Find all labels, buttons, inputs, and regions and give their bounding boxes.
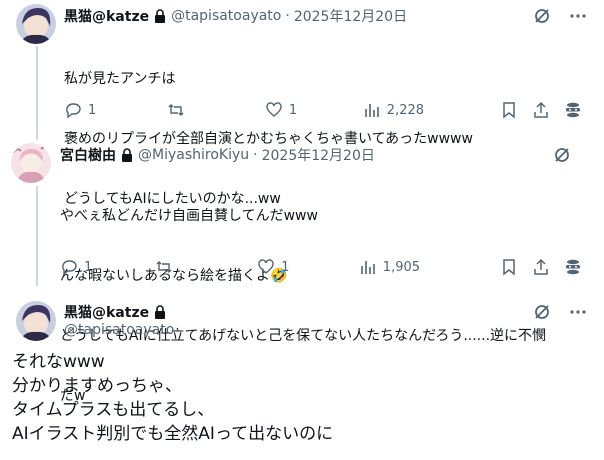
like-button[interactable]: 1 [257,258,359,276]
ai-stack-icon[interactable] [564,258,582,276]
reply-count: 1 [84,259,93,275]
more-icon[interactable] [568,6,588,26]
view-count: 2,228 [386,102,425,118]
user-handle[interactable]: @tapisatoayato [171,8,281,24]
like-count: 1 [281,259,290,275]
tweet-text-line: それなwww [12,352,105,372]
like-icon [266,102,282,117]
grok-icon[interactable] [532,6,552,26]
reply-button[interactable]: 1 [60,258,155,276]
like-button[interactable]: 1 [265,101,363,119]
avatar[interactable] [16,301,56,341]
lock-icon [153,305,167,319]
views-button[interactable]: 2,228 [363,101,424,119]
reply-count: 1 [88,102,97,118]
avatar[interactable] [16,4,56,44]
grok-icon[interactable] [552,145,572,165]
retweet-icon [156,261,172,273]
lock-icon [153,9,167,23]
bookmark-icon[interactable] [500,101,518,119]
tweet-text-line: 私が見たアンチは [64,71,176,87]
views-button[interactable]: 1,905 [359,258,420,276]
views-icon [364,104,379,117]
view-count: 1,905 [382,259,421,275]
separator-dot: · [285,8,290,24]
reply-icon [66,103,81,119]
thread-line [36,186,38,286]
avatar[interactable] [11,143,51,183]
tweet-date[interactable]: 2025年12月20日 [262,145,375,165]
tweet-text-line: タイムプラスも出てるし、 [12,400,215,420]
tweet-date[interactable]: 2025年12月20日 [294,6,407,26]
main-tweet-text: それなwww 分かりますめっちゃ、 タイムプラスも出てるし、 AIイラスト判別で… [12,350,333,446]
thread-line [36,46,38,140]
ai-stack-icon[interactable] [564,101,582,119]
share-icon[interactable] [532,258,550,276]
share-icon[interactable] [532,101,550,119]
display-name[interactable]: 宮白樹由 [60,145,116,165]
tweet-text-line: やべぇ私どんだけ自画自賛してんだwww [60,208,318,224]
separator-dot: · [253,147,258,163]
user-handle[interactable]: @MiyashiroKiyu [138,147,249,163]
tweet-text-line: 分かりますめっちゃ、 [12,376,182,396]
bookmark-icon[interactable] [500,258,518,276]
user-handle[interactable]: @tapisatoayato [64,322,174,338]
views-icon [360,261,375,274]
reply-button[interactable]: 1 [64,101,167,119]
display-name[interactable]: 黒猫@katze [64,302,149,322]
display-name[interactable]: 黒猫@katze [64,6,149,26]
retweet-button[interactable] [167,101,265,119]
reply-icon [62,260,77,276]
like-icon [258,259,274,274]
retweet-button[interactable] [155,258,257,276]
more-icon[interactable] [568,302,588,322]
like-count: 1 [288,102,298,118]
lock-icon [120,148,134,162]
grok-icon[interactable] [532,302,552,322]
retweet-icon [168,104,184,116]
tweet-text-line: AIイラスト判別でも全然AIって出ないのに [12,424,334,444]
